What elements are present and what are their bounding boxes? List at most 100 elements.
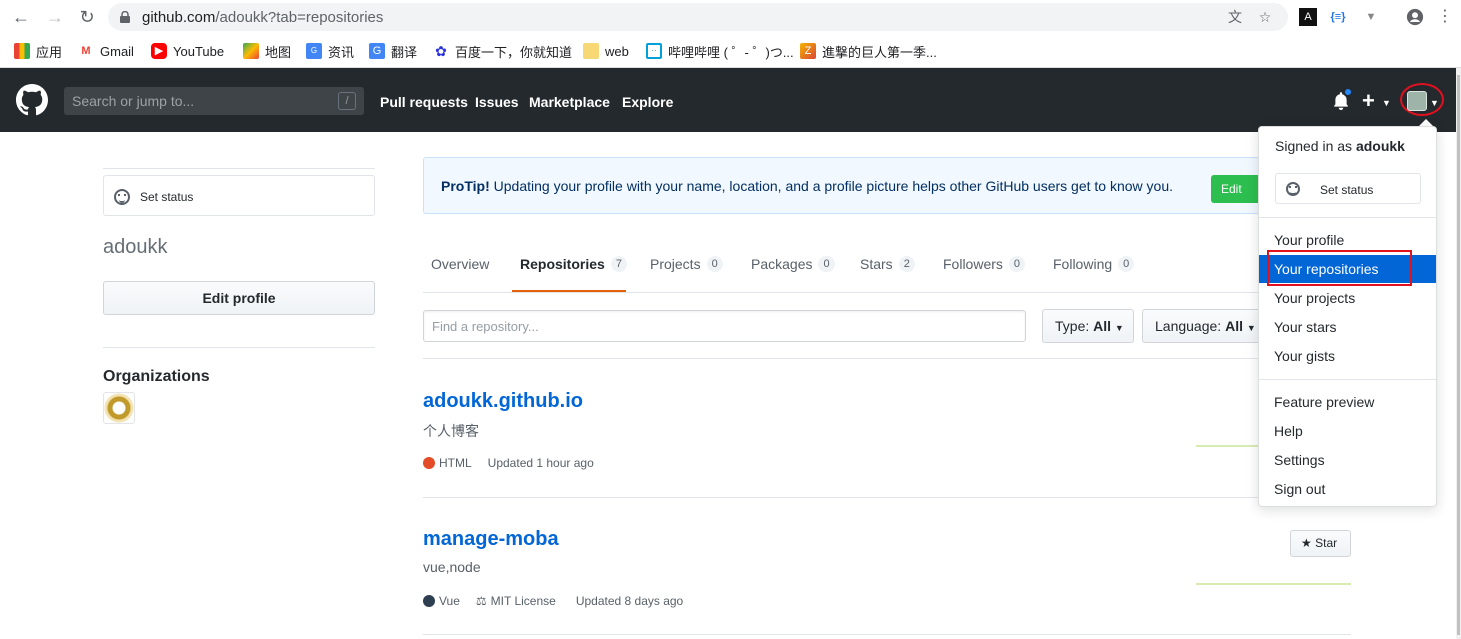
bookmark-bilibili[interactable]: ·· 哔哩哔哩 ( ゜- ゜)つ... — [646, 42, 794, 60]
github-logo-icon[interactable] — [16, 84, 48, 116]
account-icon[interactable] — [1406, 8, 1424, 26]
tab-stars[interactable]: Stars 2 — [860, 256, 915, 272]
protip-strong: ProTip! — [441, 178, 490, 194]
nav-issues[interactable]: Issues — [475, 94, 519, 110]
star-button[interactable]: ★ Star — [1290, 530, 1351, 557]
repo-name-link[interactable]: adoukk.github.io — [423, 390, 583, 413]
bookmark-maps[interactable]: 地图 — [243, 42, 291, 60]
bookmark-label: YouTube — [173, 43, 225, 59]
bookmark-label: 進撃的巨人第一季... — [822, 44, 937, 60]
repo-meta: HTML Updated 1 hour ago — [423, 456, 594, 470]
scale-law-icon: ⚖ — [475, 594, 487, 608]
bookmark-anime[interactable]: Z 進撃的巨人第一季... — [800, 42, 937, 60]
tab-following[interactable]: Following 0 — [1053, 256, 1135, 272]
youtube-icon: ▶ — [151, 43, 167, 59]
apps-grid-icon — [14, 43, 30, 59]
divider — [423, 634, 1351, 635]
set-status-label: Set status — [1320, 183, 1374, 197]
dropdown-set-status[interactable]: Set status — [1275, 173, 1421, 204]
tab-label: Projects — [650, 256, 701, 272]
nav-explore[interactable]: Explore — [622, 94, 673, 110]
tab-projects[interactable]: Projects 0 — [650, 256, 723, 272]
nav-marketplace[interactable]: Marketplace — [529, 94, 610, 110]
language-color-dot — [423, 457, 435, 469]
bookmarks-bar: 应用 M Gmail ▶ YouTube 地图 G 资讯 G 翻译 ✿ 百度一下，你就知道… — [0, 34, 1461, 68]
tab-overview[interactable]: Overview — [431, 256, 489, 272]
bookmark-label: 地图 — [265, 44, 292, 60]
url-text: github.com/adoukk?tab=repositories — [142, 9, 384, 26]
nav-pull-requests[interactable]: Pull requests — [380, 94, 468, 110]
organization-avatar[interactable] — [103, 392, 135, 424]
divider — [103, 168, 375, 169]
bookmark-web[interactable]: web — [583, 42, 629, 60]
address-bar[interactable]: github.com/adoukk?tab=repositories 文 ☆ — [108, 3, 1288, 31]
browser-toolbar: ← → ↻ github.com/adoukk?tab=repositories… — [0, 0, 1461, 34]
tab-label: Repositories — [520, 256, 605, 272]
menu-settings[interactable]: Settings — [1259, 446, 1436, 474]
extension-a-icon[interactable]: A — [1299, 8, 1317, 26]
repo-license: MIT License — [490, 594, 556, 608]
menu-sign-out[interactable]: Sign out — [1259, 475, 1436, 503]
signed-in-username: adoukk — [1355, 138, 1405, 154]
repo-language: Vue — [439, 594, 460, 608]
smiley-icon — [114, 189, 130, 205]
bookmark-news[interactable]: G 资讯 — [306, 42, 354, 60]
translate-icon: G — [369, 43, 385, 59]
language-filter-dropdown[interactable]: Language: All ▼ — [1142, 309, 1260, 343]
forward-arrow-icon[interactable]: → — [44, 6, 66, 28]
tab-repositories[interactable]: Repositories 7 — [520, 256, 627, 272]
bilibili-icon: ·· — [646, 43, 662, 59]
tab-packages[interactable]: Packages 0 — [751, 256, 835, 272]
set-status-button[interactable]: Set status — [103, 175, 375, 216]
tab-counter: 0 — [706, 256, 723, 272]
maps-icon — [243, 43, 259, 59]
extension-json-icon[interactable]: {≡} — [1329, 8, 1347, 26]
tab-counter: 2 — [898, 256, 915, 272]
filter-value: All — [1225, 318, 1243, 334]
bookmark-baidu[interactable]: ✿ 百度一下，你就知道 — [433, 42, 572, 60]
avatar[interactable] — [1407, 91, 1427, 111]
reload-icon[interactable]: ↻ — [76, 6, 98, 28]
filter-label: Type: — [1055, 318, 1090, 334]
bookmark-label: Gmail — [100, 43, 134, 59]
user-dropdown-menu: Signed in as adoukk Set status Your prof… — [1258, 126, 1437, 507]
divider — [1259, 217, 1436, 218]
browser-menu-icon[interactable]: ⋮ — [1436, 8, 1454, 26]
bookmark-label: 哔哩哔哩 ( ゜- ゜)つ... — [668, 44, 794, 60]
menu-your-gists[interactable]: Your gists — [1259, 342, 1436, 370]
translate-page-icon[interactable]: 文 — [1226, 8, 1244, 26]
menu-your-stars[interactable]: Your stars — [1259, 313, 1436, 341]
scrollbar-thumb[interactable] — [1457, 75, 1460, 635]
divider — [423, 497, 1351, 498]
selected-tab-indicator — [512, 290, 626, 292]
menu-help[interactable]: Help — [1259, 417, 1436, 445]
tab-counter: 0 — [1118, 256, 1135, 272]
menu-your-projects[interactable]: Your projects — [1259, 284, 1436, 312]
extension-vue-icon[interactable]: ▼ — [1362, 8, 1380, 26]
type-filter-dropdown[interactable]: Type: All ▼ — [1042, 309, 1134, 343]
organizations-heading: Organizations — [103, 368, 210, 385]
profile-username: adoukk — [103, 236, 168, 258]
global-search-input[interactable]: Search or jump to... / — [64, 87, 364, 115]
bookmark-youtube[interactable]: ▶ YouTube — [151, 42, 224, 60]
bookmark-star-icon[interactable]: ☆ — [1256, 8, 1274, 26]
tab-followers[interactable]: Followers 0 — [943, 256, 1026, 272]
chevron-down-icon: ▼ — [1114, 323, 1124, 333]
menu-feature-preview[interactable]: Feature preview — [1259, 388, 1436, 416]
folder-icon — [583, 43, 599, 59]
repo-name-link[interactable]: manage-moba — [423, 528, 559, 551]
signed-in-as: Signed in as adoukk — [1275, 138, 1405, 154]
tab-label: Followers — [943, 256, 1003, 272]
tab-counter: 7 — [610, 256, 627, 272]
search-shortcut-hint: / — [338, 92, 356, 110]
tab-label: Stars — [860, 256, 893, 272]
bookmark-translate[interactable]: G 翻译 — [369, 42, 417, 60]
create-new-plus-icon[interactable]: + — [1362, 88, 1375, 114]
baidu-icon: ✿ — [435, 43, 447, 59]
edit-profile-button[interactable]: Edit profile — [103, 281, 375, 315]
back-arrow-icon[interactable]: ← — [10, 6, 32, 28]
news-icon: G — [306, 43, 322, 59]
find-repository-input[interactable]: Find a repository... — [423, 310, 1026, 342]
bookmark-apps[interactable]: 应用 — [14, 42, 62, 60]
bookmark-gmail[interactable]: M Gmail — [78, 42, 134, 60]
